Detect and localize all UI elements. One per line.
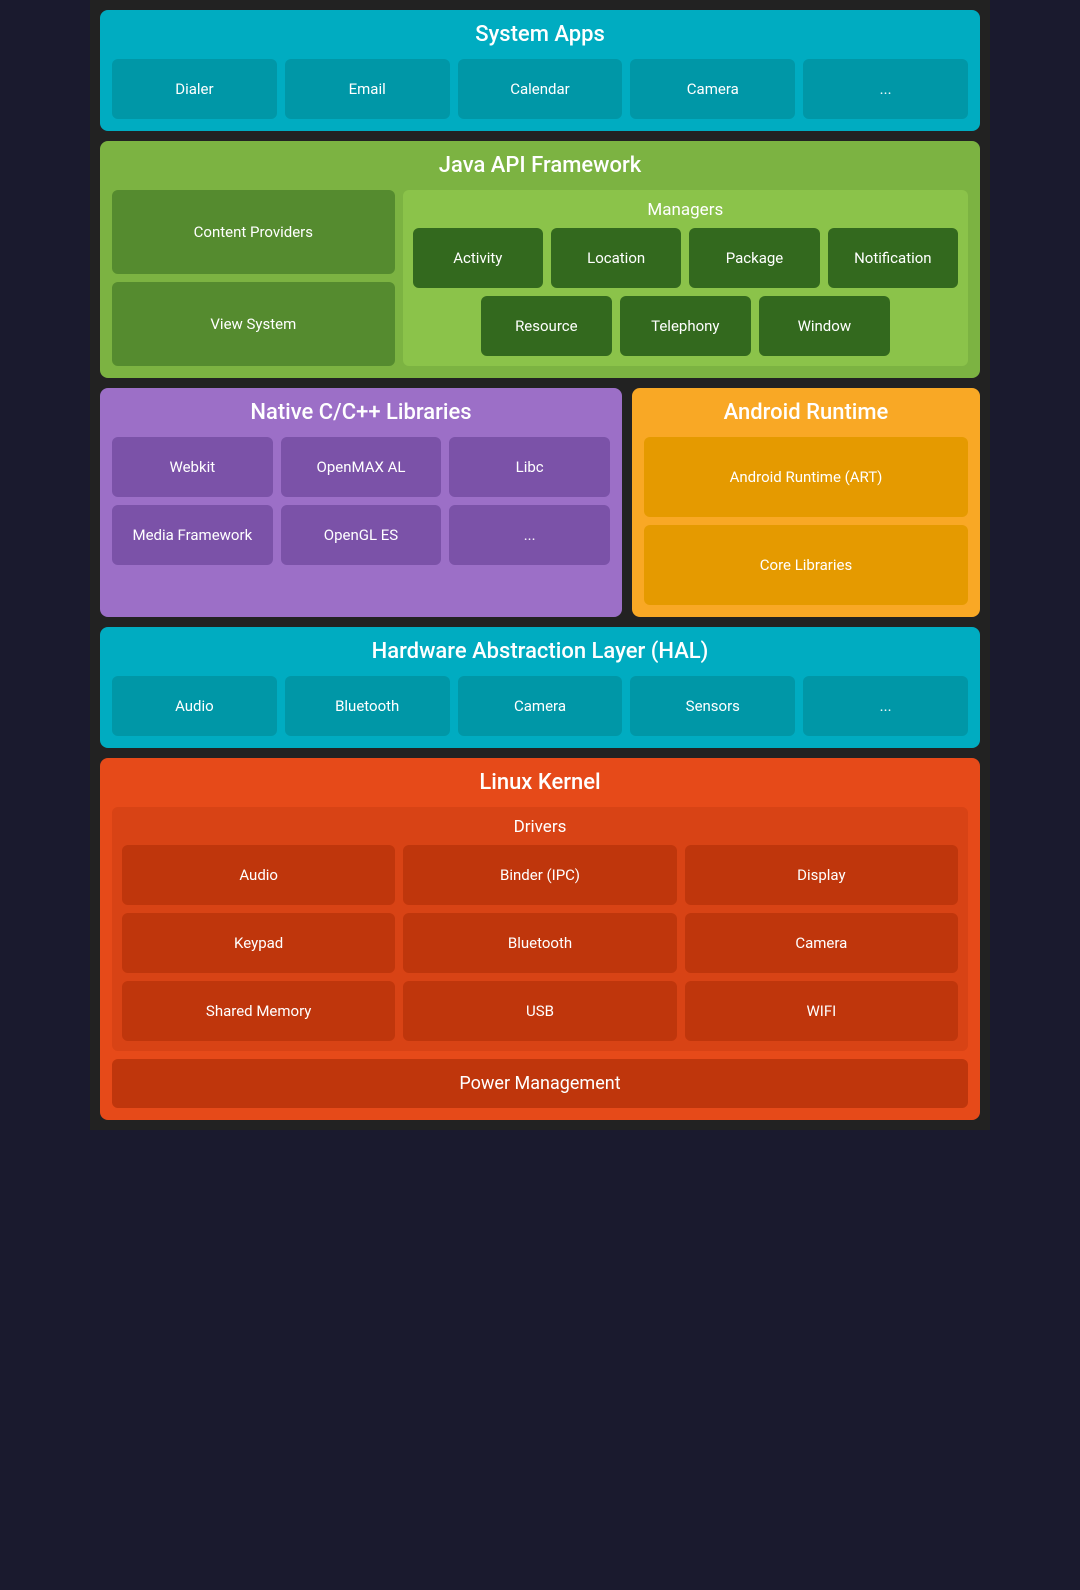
- app-more: ...: [803, 59, 968, 119]
- managers-container: Managers Activity Location Package Notif…: [403, 190, 968, 366]
- driver-keypad: Keypad: [122, 913, 395, 973]
- hal-more: ...: [803, 676, 968, 736]
- native-openmax: OpenMAX AL: [281, 437, 442, 497]
- hal-sensors: Sensors: [630, 676, 795, 736]
- core-libraries: Core Libraries: [644, 525, 968, 605]
- system-apps-title: System Apps: [112, 22, 968, 47]
- managers-row2: Resource Telephony Window: [481, 296, 890, 356]
- native-row2: Media Framework OpenGL ES ...: [112, 505, 610, 565]
- java-api-layer: Java API Framework Content Providers Vie…: [100, 141, 980, 378]
- hal-bluetooth: Bluetooth: [285, 676, 450, 736]
- driver-bluetooth: Bluetooth: [403, 913, 676, 973]
- app-calendar: Calendar: [458, 59, 623, 119]
- native-android-row: Native C/C++ Libraries Webkit OpenMAX AL…: [100, 388, 980, 617]
- native-media: Media Framework: [112, 505, 273, 565]
- managers-row1: Activity Location Package Notification: [413, 228, 958, 288]
- android-runtime-layer: Android Runtime Android Runtime (ART) Co…: [632, 388, 980, 617]
- java-api-title: Java API Framework: [112, 153, 968, 178]
- native-libc: Libc: [449, 437, 610, 497]
- android-architecture-diagram: System Apps Dialer Email Calendar Camera…: [90, 0, 990, 1130]
- content-providers: Content Providers: [112, 190, 395, 274]
- app-email: Email: [285, 59, 450, 119]
- managers-title: Managers: [413, 200, 958, 220]
- app-camera: Camera: [630, 59, 795, 119]
- drivers-row2: Keypad Bluetooth Camera: [122, 913, 958, 973]
- manager-telephony: Telephony: [620, 296, 751, 356]
- driver-usb: USB: [403, 981, 676, 1041]
- linux-title: Linux Kernel: [112, 770, 968, 795]
- drivers-title: Drivers: [122, 817, 958, 837]
- driver-camera: Camera: [685, 913, 958, 973]
- driver-binder: Binder (IPC): [403, 845, 676, 905]
- hal-audio: Audio: [112, 676, 277, 736]
- power-management: Power Management: [112, 1059, 968, 1108]
- manager-resource: Resource: [481, 296, 612, 356]
- native-opengl: OpenGL ES: [281, 505, 442, 565]
- drivers-container: Drivers Audio Binder (IPC) Display Keypa…: [112, 807, 968, 1051]
- manager-notification: Notification: [828, 228, 958, 288]
- system-apps-grid: Dialer Email Calendar Camera ...: [112, 59, 968, 119]
- drivers-row3: Shared Memory USB WIFI: [122, 981, 958, 1041]
- driver-audio: Audio: [122, 845, 395, 905]
- java-api-left: Content Providers View System: [112, 190, 395, 366]
- manager-window: Window: [759, 296, 890, 356]
- driver-shared-memory: Shared Memory: [122, 981, 395, 1041]
- manager-activity: Activity: [413, 228, 543, 288]
- native-row1: Webkit OpenMAX AL Libc: [112, 437, 610, 497]
- drivers-row1: Audio Binder (IPC) Display: [122, 845, 958, 905]
- view-system: View System: [112, 282, 395, 366]
- native-webkit: Webkit: [112, 437, 273, 497]
- native-more: ...: [449, 505, 610, 565]
- driver-display: Display: [685, 845, 958, 905]
- art-runtime: Android Runtime (ART): [644, 437, 968, 517]
- hal-camera: Camera: [458, 676, 623, 736]
- app-dialer: Dialer: [112, 59, 277, 119]
- hal-grid: Audio Bluetooth Camera Sensors ...: [112, 676, 968, 736]
- android-runtime-title: Android Runtime: [644, 400, 968, 425]
- driver-wifi: WIFI: [685, 981, 958, 1041]
- linux-kernel-layer: Linux Kernel Drivers Audio Binder (IPC) …: [100, 758, 980, 1120]
- hal-title: Hardware Abstraction Layer (HAL): [112, 639, 968, 664]
- manager-package: Package: [689, 228, 819, 288]
- java-api-inner: Content Providers View System Managers A…: [112, 190, 968, 366]
- native-layer: Native C/C++ Libraries Webkit OpenMAX AL…: [100, 388, 622, 617]
- android-runtime-grid: Android Runtime (ART) Core Libraries: [644, 437, 968, 605]
- system-apps-layer: System Apps Dialer Email Calendar Camera…: [100, 10, 980, 131]
- hal-layer: Hardware Abstraction Layer (HAL) Audio B…: [100, 627, 980, 748]
- native-title: Native C/C++ Libraries: [112, 400, 610, 425]
- manager-location: Location: [551, 228, 681, 288]
